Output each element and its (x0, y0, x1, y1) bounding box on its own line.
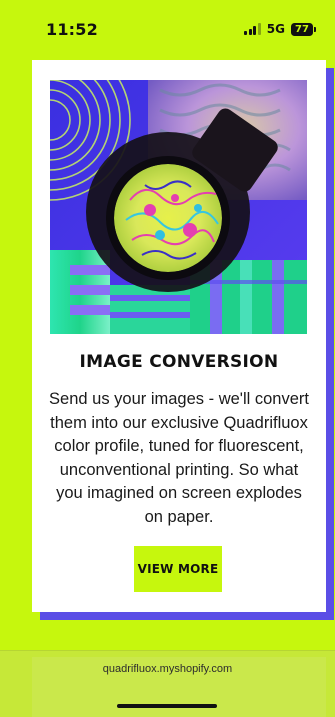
status-indicators: 5G 77 (244, 21, 316, 37)
service-card: IMAGE CONVERSION Send us your images - w… (32, 60, 326, 612)
signal-icon (244, 23, 261, 35)
network-label: 5G (266, 22, 285, 36)
card-title: IMAGE CONVERSION (79, 352, 279, 372)
card-description: Send us your images - we'll convert them… (49, 390, 309, 526)
card-image[interactable] (50, 80, 307, 334)
magnifying-loupe-icon (50, 80, 307, 334)
home-indicator[interactable] (117, 704, 217, 708)
browser-url-bar[interactable]: quadrifluox.myshopify.com (0, 650, 335, 717)
status-time: 11:52 (46, 20, 98, 39)
url-text[interactable]: quadrifluox.myshopify.com (0, 663, 335, 675)
view-more-button[interactable]: VIEW MORE (134, 546, 222, 592)
status-bar: 11:52 5G 77 (0, 0, 335, 58)
battery-icon: 77 (291, 22, 316, 36)
